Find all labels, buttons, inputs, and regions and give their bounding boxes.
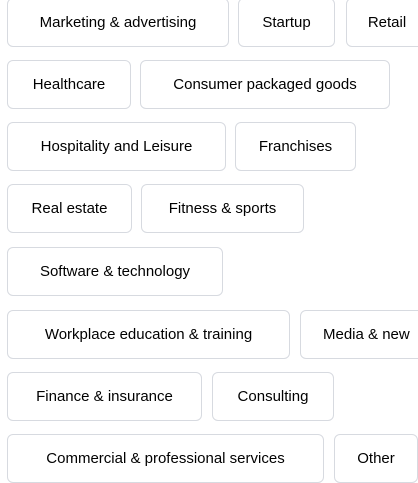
industry-chip-label: Real estate [31,200,108,217]
industry-chip-label: Media & new [323,326,410,343]
industry-chip-consulting[interactable]: Consulting [212,372,334,421]
industry-chip-label: Consumer packaged goods [173,76,357,93]
industry-chip-label: Marketing & advertising [39,14,197,31]
industry-chip-workplace-education-training[interactable]: Workplace education & training [7,310,290,359]
industry-chip-label: Commercial & professional services [46,450,285,467]
industry-chip-software-technology[interactable]: Software & technology [7,247,223,296]
industry-chip-label: Fitness & sports [168,200,277,217]
industry-chip-grid: Marketing & advertising Startup Retail H… [0,0,418,483]
industry-chip-hospitality-and-leisure[interactable]: Hospitality and Leisure [7,122,226,171]
industry-chip-label: Finance & insurance [36,388,173,405]
industry-chip-other[interactable]: Other [334,434,418,483]
industry-chip-marketing-advertising[interactable]: Marketing & advertising [7,0,229,47]
industry-chip-label: Startup [262,14,311,31]
industry-chip-media-news[interactable]: Media & new [300,310,418,359]
industry-chip-retail[interactable]: Retail [346,0,418,47]
industry-chip-fitness-sports[interactable]: Fitness & sports [141,184,304,233]
industry-chip-label: Hospitality and Leisure [40,138,193,155]
industry-chip-healthcare[interactable]: Healthcare [7,60,131,109]
industry-chip-label: Franchises [258,138,333,155]
industry-chip-franchises[interactable]: Franchises [235,122,356,171]
industry-chip-label: Software & technology [39,263,191,280]
industry-chip-real-estate[interactable]: Real estate [7,184,132,233]
industry-chip-label: Healthcare [32,76,106,93]
industry-chip-commercial-professional-services[interactable]: Commercial & professional services [7,434,324,483]
industry-chip-startup[interactable]: Startup [238,0,335,47]
industry-chip-label: Other [357,450,395,467]
industry-chip-label: Retail [367,14,407,31]
industry-chip-label: Consulting [237,388,309,405]
industry-chip-label: Workplace education & training [44,326,253,343]
industry-chip-consumer-packaged-goods[interactable]: Consumer packaged goods [140,60,390,109]
industry-chip-finance-insurance[interactable]: Finance & insurance [7,372,202,421]
